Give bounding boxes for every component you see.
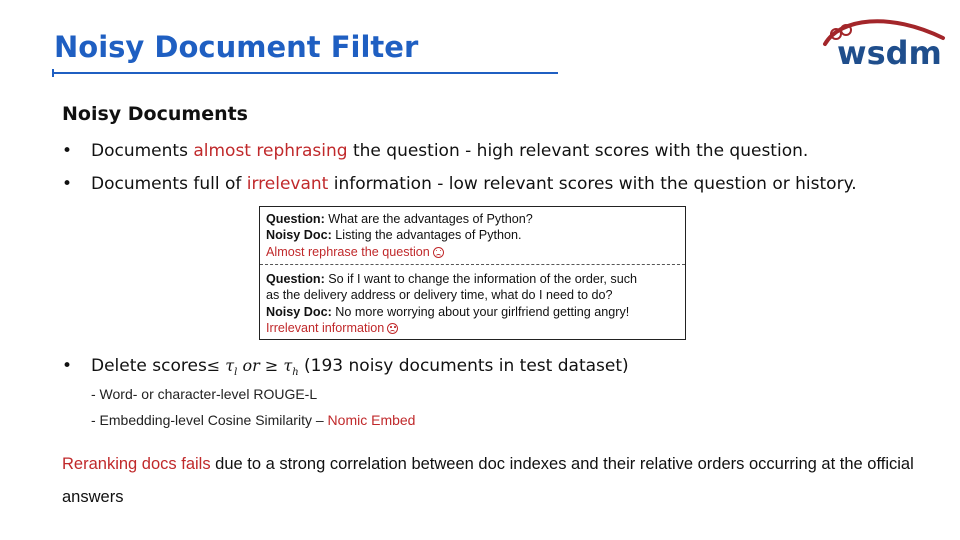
bullet-rephrasing: • Documents almost rephrasing the questio… [62, 141, 808, 161]
bullet-marker: • [62, 356, 73, 376]
example-irrelevant: Question: So if I want to change the inf… [266, 271, 679, 337]
bullet-delete-scores: • Delete scores≤ τl or ≥ τh (193 noisy do… [62, 356, 629, 378]
sub-item-highlight: Nomic Embed [327, 412, 416, 428]
frown-icon [387, 323, 399, 335]
example-rephrase: Question: What are the advantages of Pyt… [266, 211, 679, 260]
sub-item-cosine: - Embedding-level Cosine Similarity – No… [91, 412, 415, 428]
bullet-highlight: irrelevant [246, 174, 329, 194]
bullet-marker: • [62, 141, 73, 161]
noisy-doc-label: Noisy Doc: [266, 304, 332, 319]
dashed-divider [260, 264, 685, 265]
leq-symbol: ≤ [206, 356, 221, 375]
sub-item-text: - Word- or character-level ROUGE-L [91, 386, 318, 402]
threshold-formula: ≤ τl or ≥ τh [206, 356, 299, 379]
noisy-doc-text: Listing the advantages of Python. [331, 228, 522, 243]
noisy-doc-label: Noisy Doc: [266, 228, 332, 243]
delete-text-pre: Delete scores [91, 356, 207, 376]
noisy-doc-text: No more worrying about your girlfriend g… [331, 304, 630, 319]
title-underline [52, 69, 558, 77]
frown-icon [432, 246, 444, 258]
footer-note: Reranking docs fails due to a strong cor… [62, 448, 932, 514]
sub-item-rouge: - Word- or character-level ROUGE-L [91, 386, 317, 402]
question-label: Question: [266, 272, 325, 286]
footer-highlight: Reranking docs fails [62, 455, 211, 473]
example-note: Irrelevant information [266, 321, 385, 336]
bullet-irrelevant: • Documents full of irrelevant informatio… [62, 174, 857, 194]
bullet-marker: • [62, 174, 73, 194]
delete-text-post: (193 noisy documents in test dataset) [304, 356, 629, 376]
section-heading: Noisy Documents [62, 103, 248, 125]
example-note: Almost rephrase the question [266, 244, 430, 259]
geq-symbol: ≥ [264, 356, 279, 375]
svg-text:wsdm: wsdm [837, 34, 942, 70]
tau-symbol: τ [225, 356, 235, 375]
bullet-text-post: the question - high relevant scores with… [347, 141, 809, 161]
bullet-text-post: information - low relevant scores with t… [328, 174, 857, 194]
question-text: So if I want to change the information o… [324, 272, 638, 286]
sub-item-text: - Embedding-level Cosine Similarity – [91, 412, 328, 428]
wsdm-logo: wsdm [823, 19, 945, 70]
or-word: or [242, 356, 260, 375]
question-label: Question: [266, 212, 325, 226]
bullet-highlight: almost rephrasing [193, 141, 348, 161]
tau-sub-l: l [234, 367, 238, 379]
bullet-text-pre: Documents full of [91, 174, 247, 194]
tau-symbol: τ [283, 356, 293, 375]
slide-title: Noisy Document Filter [54, 30, 419, 64]
noisy-doc-examples-figure: Question: What are the advantages of Pyt… [259, 206, 686, 340]
tau-sub-h: h [292, 367, 299, 379]
bullet-text-pre: Documents [91, 141, 194, 161]
question-text-cont: as the delivery address or delivery time… [266, 288, 613, 303]
question-text: What are the advantages of Python? [324, 212, 533, 226]
